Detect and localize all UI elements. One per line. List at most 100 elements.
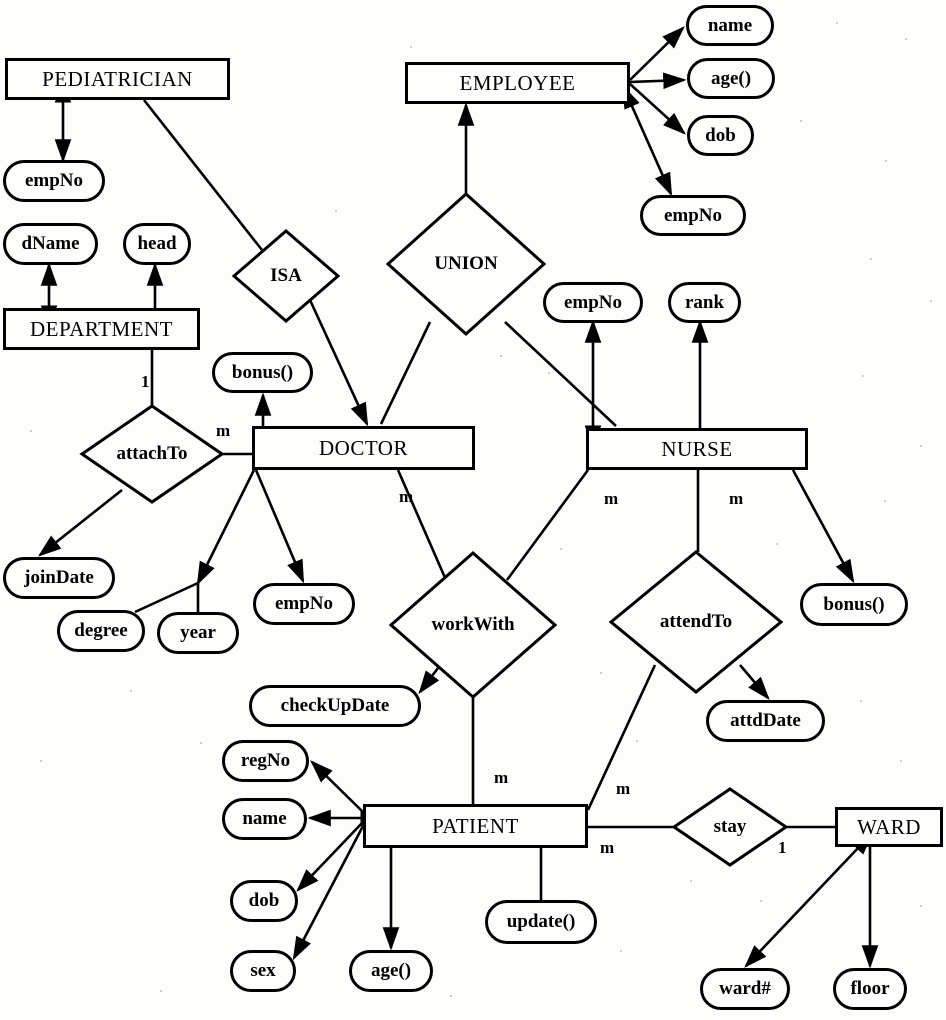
paper-speck bbox=[885, 160, 887, 162]
entity-department[interactable]: DEPARTMENT bbox=[3, 308, 200, 350]
er-diagram-canvas: PEDIATRICIAN EMPLOYEE DEPARTMENT DOCTOR NURS… bbox=[0, 0, 946, 1020]
attribute-att-joindate[interactable]: joinDate bbox=[3, 557, 115, 599]
connector-l-union-doc bbox=[379, 321, 432, 425]
paper-speck bbox=[836, 22, 838, 24]
attribute-nurse-empno[interactable]: empNo bbox=[543, 282, 643, 323]
attribute-empl-name[interactable]: name bbox=[686, 5, 774, 46]
cardinality-attendto-pat-m: m bbox=[616, 779, 631, 798]
connector-l-att-attddate bbox=[739, 664, 770, 700]
paper-speck bbox=[30, 430, 32, 432]
attribute-label-emp-empno: empNo bbox=[24, 170, 84, 191]
attribute-pat-dob[interactable]: dob bbox=[230, 880, 298, 922]
cardinality-workwith-pat-m: m bbox=[494, 768, 509, 787]
attribute-doc-bonus[interactable]: bonus() bbox=[212, 352, 313, 393]
connector-l-ww-checkup bbox=[418, 663, 443, 695]
attribute-label-pat-dob: dob bbox=[248, 890, 280, 911]
cardinality-dept-attachto-1: 1 bbox=[141, 372, 150, 391]
attribute-att-degree[interactable]: degree bbox=[57, 610, 145, 652]
paper-speck bbox=[500, 355, 502, 357]
attribute-label-pat-regno: regNo bbox=[240, 750, 291, 771]
relationship-diamond-attendto[interactable] bbox=[608, 550, 784, 694]
attribute-pat-age[interactable]: age() bbox=[349, 950, 433, 992]
paper-speck bbox=[600, 672, 602, 674]
connector-l-emp-dob bbox=[629, 83, 686, 135]
attribute-label-att-degree: degree bbox=[74, 620, 128, 641]
paper-speck bbox=[130, 690, 132, 692]
attribute-label-nurse-rank: rank bbox=[684, 291, 725, 313]
paper-speck bbox=[760, 900, 762, 902]
entity-patient[interactable]: PATIENT bbox=[363, 804, 588, 848]
attribute-empl-empno[interactable]: empNo bbox=[640, 195, 746, 236]
entity-pediatrician[interactable]: PEDIATRICIAN bbox=[5, 58, 230, 100]
attribute-label-nurse-bonus: bonus() bbox=[823, 593, 885, 615]
relationship-diamond-attachto[interactable] bbox=[79, 404, 225, 504]
paper-speck bbox=[450, 995, 452, 997]
connector-l-nurse-ww bbox=[505, 469, 590, 581]
attribute-dept-head[interactable]: head bbox=[123, 223, 191, 265]
attribute-empl-age[interactable]: age() bbox=[687, 58, 775, 99]
attribute-dept-dname[interactable]: dName bbox=[3, 223, 98, 265]
attribute-att-year[interactable]: year bbox=[157, 612, 239, 654]
attribute-pat-update[interactable]: update() bbox=[485, 900, 597, 944]
attribute-label-pat-age: age() bbox=[370, 960, 412, 981]
attribute-emp-empno[interactable]: empNo bbox=[3, 160, 105, 202]
paper-speck bbox=[690, 880, 692, 882]
paper-speck bbox=[200, 742, 202, 744]
paper-speck bbox=[900, 760, 902, 762]
attribute-label-att-year: year bbox=[180, 622, 216, 643]
connector-l-emp-age bbox=[629, 72, 687, 90]
connector-l-doc-year bbox=[196, 469, 256, 586]
attribute-label-nurse-empno: empNo bbox=[563, 291, 623, 313]
entity-label-employee: EMPLOYEE bbox=[459, 70, 576, 95]
attribute-ward-floor[interactable]: floor bbox=[833, 968, 907, 1010]
paper-speck bbox=[905, 38, 907, 40]
entity-ward[interactable]: WARD bbox=[835, 807, 943, 847]
relationship-diamond-workwith[interactable] bbox=[388, 551, 558, 699]
attribute-doc-empno[interactable]: empNo bbox=[253, 583, 355, 625]
entity-label-nurse: NURSE bbox=[661, 436, 733, 461]
cardinality-pat-stay-m: m bbox=[600, 838, 615, 857]
connector-l-ward-wardno bbox=[744, 831, 874, 968]
entity-label-ward: WARD bbox=[857, 814, 921, 839]
paper-speck bbox=[40, 760, 42, 762]
connector-l-nurse-bonus bbox=[791, 469, 855, 584]
attribute-nurse-bonus[interactable]: bonus() bbox=[800, 583, 908, 626]
entity-label-doctor: DOCTOR bbox=[319, 435, 408, 460]
relationship-diamond-stay[interactable] bbox=[671, 787, 789, 867]
attribute-empl-dob[interactable]: dob bbox=[687, 115, 754, 156]
relationship-diamond-union[interactable] bbox=[385, 191, 547, 337]
connector-l-att-join bbox=[37, 488, 123, 557]
paper-speck bbox=[620, 950, 622, 952]
paper-speck bbox=[870, 258, 872, 260]
paper-speck bbox=[930, 300, 932, 302]
entity-doctor[interactable]: DOCTOR bbox=[252, 426, 475, 470]
paper-speck bbox=[160, 990, 162, 992]
attribute-label-pat-sex: sex bbox=[250, 960, 276, 981]
attribute-label-doc-empno: empNo bbox=[274, 593, 334, 614]
attribute-nurse-rank[interactable]: rank bbox=[668, 282, 741, 323]
connector-l-pat-dob bbox=[296, 821, 364, 892]
entity-nurse[interactable]: NURSE bbox=[586, 428, 808, 470]
entity-employee[interactable]: EMPLOYEE bbox=[405, 62, 630, 104]
attribute-ward-wardno[interactable]: ward# bbox=[700, 968, 790, 1010]
paper-speck bbox=[776, 543, 778, 545]
attribute-label-att-joindate: joinDate bbox=[24, 567, 94, 588]
cardinality-stay-ward-1: 1 bbox=[778, 838, 787, 857]
attribute-label-pat-update: update() bbox=[506, 911, 576, 932]
attribute-label-at-attddate: attdDate bbox=[730, 710, 801, 731]
cardinality-nurse-workwith-m: m bbox=[604, 489, 619, 508]
attribute-pat-regno[interactable]: regNo bbox=[222, 740, 309, 782]
paper-speck bbox=[860, 700, 862, 702]
connector-l-emp-name bbox=[629, 26, 685, 81]
attribute-ww-checkup[interactable]: checkUpDate bbox=[249, 685, 421, 727]
connector-l-pat-sex bbox=[292, 825, 365, 961]
attribute-label-ward-wardno: ward# bbox=[719, 978, 771, 999]
paper-speck bbox=[920, 445, 922, 447]
relationship-diamond-isa[interactable] bbox=[231, 229, 341, 323]
attribute-label-ww-checkup: checkUpDate bbox=[280, 695, 390, 716]
attribute-label-dept-dname: dName bbox=[21, 233, 80, 254]
connector-l-union-nurse bbox=[504, 321, 617, 427]
attribute-pat-sex[interactable]: sex bbox=[230, 950, 296, 992]
attribute-pat-name[interactable]: name bbox=[222, 798, 307, 840]
attribute-at-attddate[interactable]: attdDate bbox=[706, 700, 825, 742]
